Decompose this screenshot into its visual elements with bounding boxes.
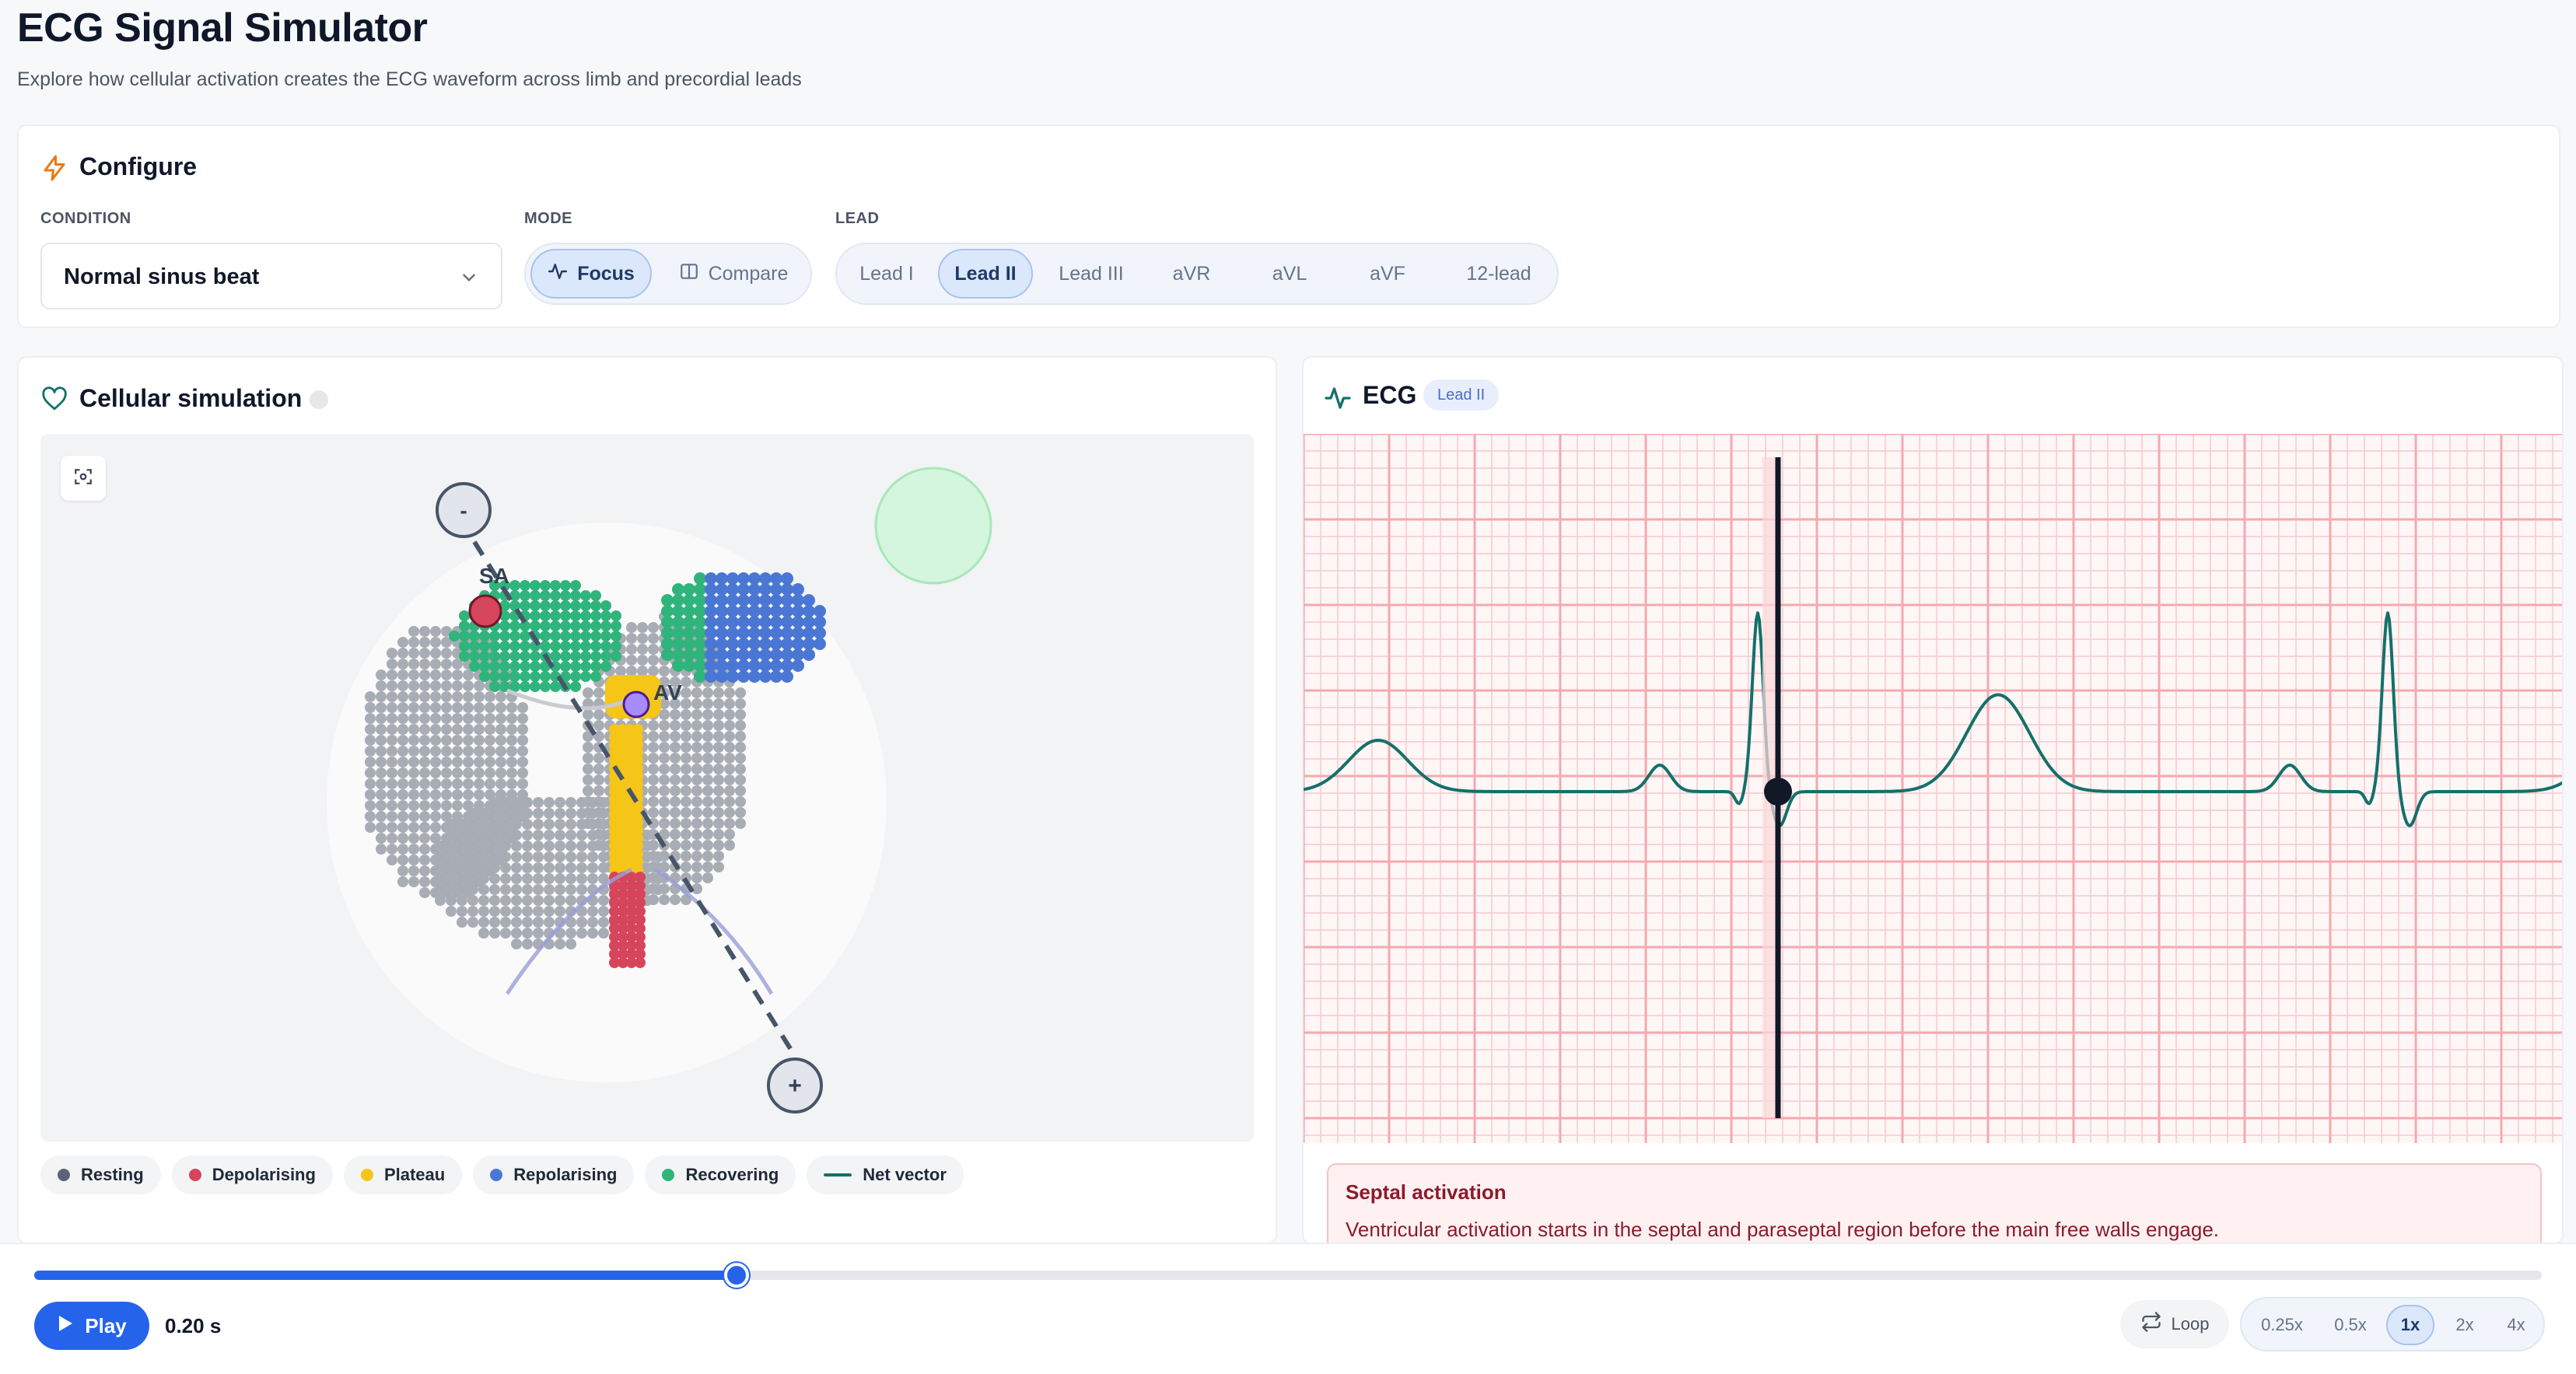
ecg-title: ECG: [1363, 381, 1417, 409]
phase-info-text: Ventricular activation starts in the sep…: [1346, 1218, 2220, 1241]
net-vector-swatch: [824, 1173, 852, 1176]
phase-info-box: Septal activation Ventricular activation…: [1327, 1163, 2542, 1243]
condition-select[interactable]: Normal sinus beat: [40, 243, 502, 309]
columns-icon: [679, 261, 699, 287]
speed-button-0-5x[interactable]: 0.5x: [2319, 1305, 2382, 1345]
info-icon[interactable]: [310, 390, 328, 409]
bolt-icon: [40, 152, 68, 187]
play-icon: [57, 1314, 74, 1338]
legend-repolarising-label: Repolarising: [513, 1165, 618, 1184]
lead-button-i[interactable]: Lead I: [843, 249, 930, 299]
legend-plateau: Plateau: [343, 1155, 463, 1194]
recovering-swatch: [662, 1169, 675, 1181]
condition-label: CONDITION: [40, 210, 131, 227]
legend-net-vector-label: Net vector: [863, 1165, 947, 1184]
lead-button-iii[interactable]: Lead III: [1041, 249, 1142, 299]
mode-focus-button[interactable]: Focus: [530, 249, 652, 299]
speed-selector: 0.25x 0.5x 1x 2x 4x: [2240, 1297, 2545, 1351]
lead-button-avl[interactable]: aVL: [1246, 249, 1333, 299]
lead-badge: Lead II: [1423, 379, 1500, 411]
activity-icon: [1324, 384, 1352, 416]
legend-repolarising: Repolarising: [473, 1155, 635, 1194]
sa-node: [468, 594, 502, 628]
legend-depolarising-label: Depolarising: [212, 1165, 316, 1184]
resting-swatch: [58, 1169, 70, 1181]
phase-info-title: Septal activation: [1346, 1180, 1507, 1204]
mode-toggle: Focus Compare: [524, 243, 812, 305]
legend-net-vector: Net vector: [807, 1155, 964, 1194]
timeline-scrubber[interactable]: [34, 1263, 2542, 1288]
play-label: Play: [85, 1313, 127, 1337]
mode-focus-label: Focus: [577, 262, 635, 285]
repeat-icon: [2140, 1311, 2162, 1337]
timeline-handle[interactable]: [723, 1263, 749, 1288]
lead-button-avf[interactable]: aVF: [1344, 249, 1431, 299]
cellular-simulation-card: Cellular simulation - + SA AV Resting Depol…: [17, 356, 1277, 1244]
ecg-trace-plot[interactable]: [1304, 434, 2564, 1143]
vector-indicator: [874, 467, 992, 585]
legend-plateau-label: Plateau: [383, 1165, 446, 1184]
timeline-progress: [34, 1271, 737, 1280]
av-node: [622, 690, 650, 718]
his-bundle-cells: [609, 724, 643, 875]
state-legend: Resting Depolarising Plateau Repolarisin…: [40, 1155, 964, 1194]
mode-label: MODE: [524, 210, 572, 227]
configure-title: Configure: [79, 152, 198, 180]
legend-depolarising: Depolarising: [171, 1155, 333, 1194]
lead-button-12-lead[interactable]: 12-lead: [1447, 249, 1551, 299]
septal-depolarising-cells: [609, 872, 646, 968]
legend-resting-label: Resting: [81, 1165, 144, 1184]
positive-electrode-label: +: [788, 1073, 802, 1099]
activity-icon: [548, 261, 568, 287]
speed-button-2x[interactable]: 2x: [2441, 1305, 2489, 1345]
depolarising-swatch: [188, 1169, 201, 1181]
time-readout: 0.20 s: [165, 1314, 222, 1337]
lead-label: LEAD: [835, 210, 880, 227]
lead-button-avr[interactable]: aVR: [1148, 249, 1235, 299]
loop-label: Loop: [2171, 1314, 2210, 1334]
speed-button-4x[interactable]: 4x: [2492, 1305, 2540, 1345]
legend-resting: Resting: [40, 1155, 161, 1194]
legend-recovering: Recovering: [645, 1155, 796, 1194]
page-subtitle: Explore how cellular activation creates …: [17, 68, 802, 90]
condition-value: Normal sinus beat: [64, 264, 260, 289]
repolarising-swatch: [490, 1169, 503, 1181]
mode-compare-label: Compare: [708, 262, 789, 285]
play-button[interactable]: Play: [34, 1302, 149, 1350]
legend-recovering-label: Recovering: [685, 1165, 779, 1184]
sa-node-label: SA: [479, 564, 509, 588]
heart-icon: [40, 386, 68, 416]
page-title: ECG Signal Simulator: [17, 5, 428, 51]
av-node-label: AV: [653, 680, 682, 704]
loop-button[interactable]: Loop: [2120, 1300, 2229, 1348]
playback-bar: Play 0.20 s Loop 0.25x 0.5x 1x 2x 4x: [0, 1243, 2576, 1374]
playhead-marker[interactable]: [1764, 778, 1792, 806]
plateau-swatch: [360, 1169, 373, 1181]
ecg-card: ECG Lead II Septal activation Ventricula…: [1302, 356, 2564, 1244]
mode-compare-button[interactable]: Compare: [660, 249, 807, 299]
lead-button-ii[interactable]: Lead II: [938, 249, 1033, 299]
speed-button-1x[interactable]: 1x: [2386, 1305, 2434, 1345]
speed-button-0-25x[interactable]: 0.25x: [2248, 1305, 2316, 1345]
chevron-down-icon: [459, 267, 479, 292]
simulation-title: Cellular simulation: [79, 384, 303, 412]
heart-diagram: - + SA AV: [327, 467, 992, 1114]
simulation-canvas[interactable]: - + SA AV: [40, 434, 1254, 1142]
negative-electrode-label: -: [460, 498, 467, 523]
configure-card: Configure CONDITION Normal sinus beat MO…: [17, 124, 2560, 328]
lead-selector: Lead I Lead II Lead III aVR aVL aVF 12-l…: [835, 243, 1559, 305]
